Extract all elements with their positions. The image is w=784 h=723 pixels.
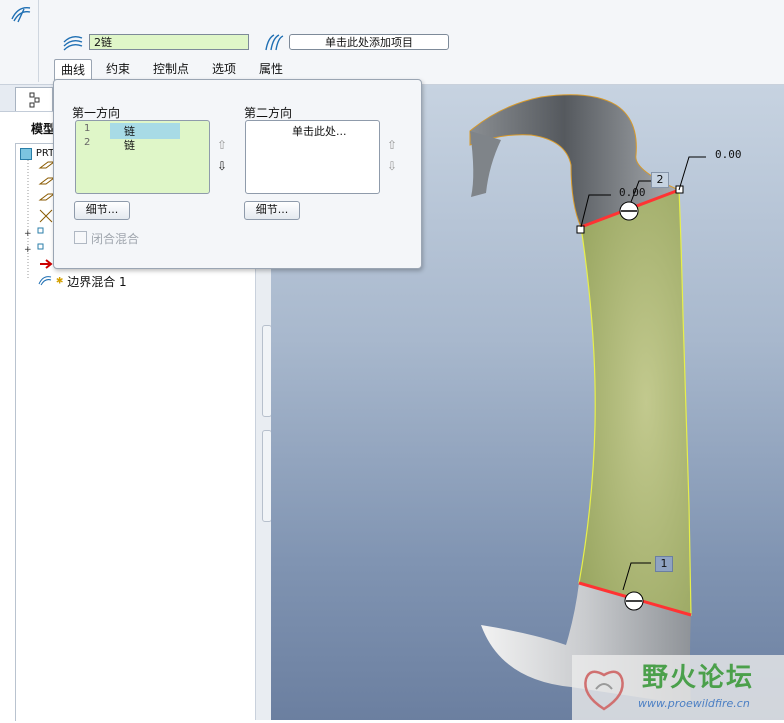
tab-curves[interactable]: 曲线 <box>54 59 93 80</box>
part-icon <box>20 147 32 160</box>
second-direction-icon[interactable] <box>262 32 284 52</box>
move-up-icon[interactable]: ⇧ <box>387 138 397 152</box>
tab-constraints[interactable]: 约束 <box>100 59 136 79</box>
closed-blend-label: 闭合混合 <box>91 232 140 246</box>
row-index: 2 <box>84 137 91 148</box>
chain-tag-2[interactable]: 2 <box>651 172 669 188</box>
drag-handle-left[interactable] <box>576 225 585 234</box>
second-direction-title: 第二方向 <box>244 106 293 120</box>
second-direction-add-field[interactable]: 单击此处添加项目 <box>289 34 449 50</box>
tree-view-icon <box>29 92 40 108</box>
tree-item-boundary-blend[interactable]: ✱ 边界混合 1 <box>38 273 127 289</box>
boundary-blend-feature-icon[interactable] <box>10 4 32 24</box>
model-tree-title: 模型 <box>31 122 56 136</box>
curves-tab-panel: 第一方向 1 链 2 链 ⇧ ⇩ 细节... 闭合混合 第二方向 单击此处...… <box>53 79 422 269</box>
toolbar-separator <box>38 0 39 82</box>
move-down-icon[interactable]: ⇩ <box>387 159 397 173</box>
model-tree-tab[interactable] <box>15 87 53 111</box>
tab-control-points[interactable]: 控制点 <box>147 59 195 79</box>
first-direction-chain-field[interactable]: 2链 <box>89 34 249 50</box>
second-direction-list[interactable]: 单击此处... <box>245 120 380 194</box>
watermark: 野火论坛 www.proewildfire.cn <box>572 655 784 720</box>
svg-text:+: + <box>24 245 32 255</box>
second-direction-details-button[interactable]: 细节... <box>244 201 300 220</box>
tree-item-label: 边界混合 1 <box>67 275 127 289</box>
svg-text:+: + <box>24 229 32 239</box>
row-index: 1 <box>84 123 91 134</box>
watermark-title: 野火论坛 <box>642 663 755 693</box>
forum-logo-icon <box>584 670 624 711</box>
tab-options[interactable]: 选项 <box>206 59 242 79</box>
watermark-url: www.proewildfire.cn <box>638 697 750 710</box>
dimension-label-center[interactable]: 0.00 <box>619 186 646 199</box>
chain-tag-1[interactable]: 1 <box>655 556 673 572</box>
boundary-blend-icon <box>38 274 52 289</box>
second-direction-placeholder[interactable]: 单击此处... <box>292 123 347 139</box>
list-row[interactable]: 1 链 <box>80 123 180 139</box>
tab-properties[interactable]: 属性 <box>253 59 289 79</box>
row-label: 链 <box>124 139 135 152</box>
move-up-icon[interactable]: ⇧ <box>217 138 227 152</box>
list-row[interactable]: 2 链 <box>80 137 180 152</box>
tree-root-item[interactable]: PRT <box>20 146 54 160</box>
insert-indicator-icon: ✱ <box>55 276 64 287</box>
first-direction-icon[interactable] <box>62 32 84 52</box>
first-direction-title: 第一方向 <box>72 106 121 120</box>
closed-blend-checkbox[interactable] <box>74 231 87 244</box>
first-direction-list[interactable]: 1 链 2 链 <box>75 120 210 194</box>
move-down-icon[interactable]: ⇩ <box>217 159 227 173</box>
tree-root-label: PRT <box>35 148 55 159</box>
first-direction-details-button[interactable]: 细节... <box>74 201 130 220</box>
dimension-label-right[interactable]: 0.00 <box>715 148 742 161</box>
